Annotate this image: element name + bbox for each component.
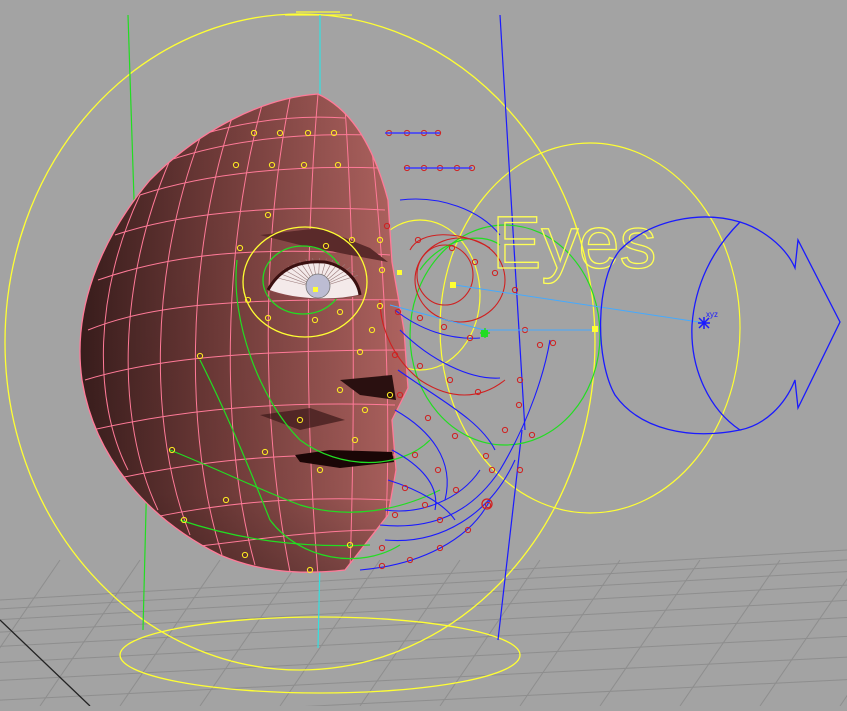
control-point[interactable] bbox=[446, 376, 454, 384]
control-point[interactable] bbox=[549, 339, 557, 347]
grid-line bbox=[519, 559, 621, 707]
3d-viewport[interactable]: Eyes xyz bbox=[0, 0, 847, 711]
look-at-lines bbox=[389, 284, 706, 331]
grid-line bbox=[0, 635, 847, 681]
control-point[interactable] bbox=[516, 466, 524, 474]
control-point[interactable] bbox=[452, 486, 460, 494]
grid-line bbox=[203, 679, 847, 711]
grid-line bbox=[199, 559, 301, 707]
eyes-label: Eyes bbox=[492, 201, 657, 284]
control-point[interactable] bbox=[411, 451, 419, 459]
grid-line bbox=[439, 559, 541, 707]
grid-line bbox=[839, 694, 847, 707]
grid-line bbox=[39, 559, 141, 707]
grid-line bbox=[279, 559, 381, 707]
control-point[interactable] bbox=[528, 431, 536, 439]
control-point[interactable] bbox=[416, 314, 424, 322]
grid-line bbox=[0, 656, 847, 701]
control-point[interactable] bbox=[482, 452, 490, 460]
control-point[interactable] bbox=[536, 341, 544, 349]
control-point[interactable] bbox=[424, 414, 432, 422]
grid-line bbox=[599, 559, 701, 707]
control-point[interactable] bbox=[501, 426, 509, 434]
brow-point-rows[interactable] bbox=[385, 132, 472, 169]
grid-line bbox=[0, 559, 847, 610]
control-point[interactable] bbox=[416, 362, 424, 370]
pivot-axis-label: xyz bbox=[706, 310, 718, 319]
grid-line bbox=[759, 578, 847, 707]
grid-line bbox=[0, 559, 61, 649]
grid-axis-line bbox=[0, 619, 91, 707]
control-point[interactable] bbox=[391, 511, 399, 519]
control-point[interactable] bbox=[378, 544, 386, 552]
control-point[interactable] bbox=[434, 466, 442, 474]
control-point[interactable] bbox=[421, 501, 429, 509]
head-mesh[interactable] bbox=[0, 0, 847, 706]
control-point[interactable] bbox=[515, 401, 523, 409]
control-point[interactable] bbox=[378, 562, 386, 570]
grid-line bbox=[119, 559, 221, 707]
control-point[interactable] bbox=[451, 432, 459, 440]
ground-grid bbox=[0, 549, 847, 711]
control-point[interactable] bbox=[440, 323, 448, 331]
